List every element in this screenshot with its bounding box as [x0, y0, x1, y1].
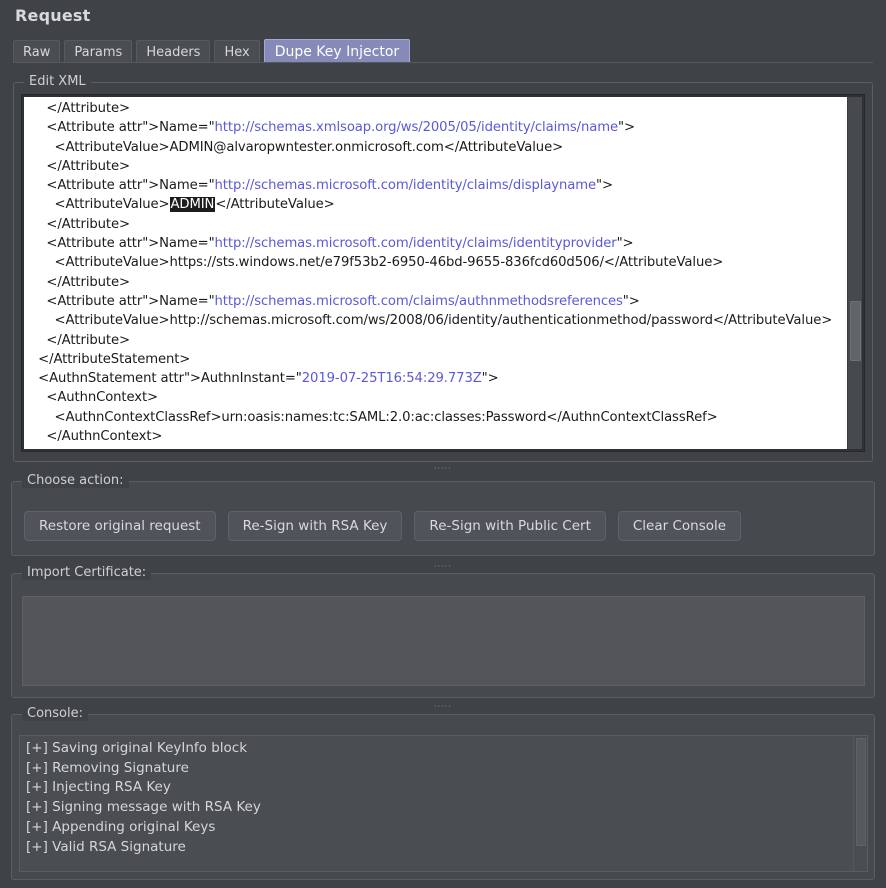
- tab-hex[interactable]: Hex: [214, 40, 260, 63]
- console-scrollbar-thumb[interactable]: [856, 738, 866, 846]
- import-certificate-input[interactable]: [22, 596, 865, 686]
- splitter-grip: ·····: [434, 464, 452, 473]
- xml-textarea[interactable]: </Attribute> <Attribute attr">Name="http…: [24, 97, 847, 449]
- request-tabbar: Raw Params Headers Hex Dupe Key Injector: [13, 39, 411, 63]
- import-certificate-legend: Import Certificate:: [22, 565, 152, 580]
- resign-with-public-cert-button[interactable]: Re-Sign with Public Cert: [414, 511, 606, 541]
- clear-console-label: Clear Console: [632, 518, 727, 534]
- restore-original-request-button[interactable]: Restore original request: [24, 511, 216, 541]
- clear-console-button[interactable]: Clear Console: [617, 511, 742, 541]
- xml-top-clip: [24, 97, 847, 100]
- tab-headers-label: Headers: [146, 44, 201, 60]
- tab-dupe-key-injector-label: Dupe Key Injector: [274, 43, 400, 60]
- dupe-key-injector-panel: Request Raw Params Headers Hex Dupe Key …: [0, 0, 886, 888]
- console-line: [+] Saving original KeyInfo block: [26, 740, 248, 756]
- xml-scrollbar-thumb[interactable]: [850, 301, 861, 361]
- tab-params[interactable]: Params: [64, 40, 133, 63]
- restore-original-request-label: Restore original request: [39, 518, 201, 534]
- tab-params-label: Params: [74, 44, 123, 60]
- tab-raw[interactable]: Raw: [13, 40, 61, 63]
- splitter-grip: ·····: [434, 702, 452, 711]
- xml-vertical-scrollbar[interactable]: [847, 97, 862, 449]
- console-legend: Console:: [22, 706, 88, 721]
- console-line: [+] Appending original Keys: [26, 818, 216, 835]
- splitter-certificate-console[interactable]: ·····: [0, 702, 886, 712]
- console-line: [+] Valid RSA Signature: [26, 838, 186, 855]
- console-line-list: [+] Saving original KeyInfo block [+] Rem…: [20, 736, 853, 871]
- console-vertical-scrollbar[interactable]: [853, 736, 867, 871]
- edit-xml-legend: Edit XML: [24, 74, 91, 89]
- console-line: [+] Signing message with RSA Key: [26, 799, 261, 816]
- tab-headers[interactable]: Headers: [136, 40, 211, 63]
- console-line: [+] Removing Signature: [26, 759, 189, 776]
- tab-dupe-key-injector[interactable]: Dupe Key Injector: [263, 39, 411, 63]
- edit-xml-group: Edit XML </Attribute> <Attribute attr">N…: [13, 74, 873, 462]
- tabbar-underline: [13, 62, 873, 63]
- splitter-grip: ·····: [434, 562, 452, 571]
- tab-raw-label: Raw: [23, 44, 51, 60]
- tab-hex-label: Hex: [224, 44, 250, 60]
- splitter-xml-actions[interactable]: ·····: [0, 464, 886, 474]
- page-title: Request: [15, 6, 91, 25]
- choose-action-legend: Choose action:: [22, 473, 129, 488]
- console-group: Console: [+] Saving original KeyInfo blo…: [11, 706, 875, 880]
- console-line: [+] Injecting RSA Key: [26, 779, 171, 796]
- resign-with-rsa-key-button[interactable]: Re-Sign with RSA Key: [227, 511, 403, 541]
- xml-source-text: </Attribute> <Attribute attr">Name="http…: [38, 101, 833, 449]
- import-certificate-group: Import Certificate:: [11, 565, 875, 698]
- action-button-row: Restore original request Re-Sign with RS…: [24, 511, 742, 541]
- resign-with-public-cert-label: Re-Sign with Public Cert: [429, 518, 591, 534]
- edit-xml-scroll-area: </Attribute> <Attribute attr">Name="http…: [21, 94, 865, 452]
- resign-with-rsa-key-label: Re-Sign with RSA Key: [242, 518, 388, 534]
- choose-action-group: Choose action: Restore original request …: [11, 473, 875, 556]
- console-output[interactable]: [+] Saving original KeyInfo block [+] Rem…: [19, 735, 868, 872]
